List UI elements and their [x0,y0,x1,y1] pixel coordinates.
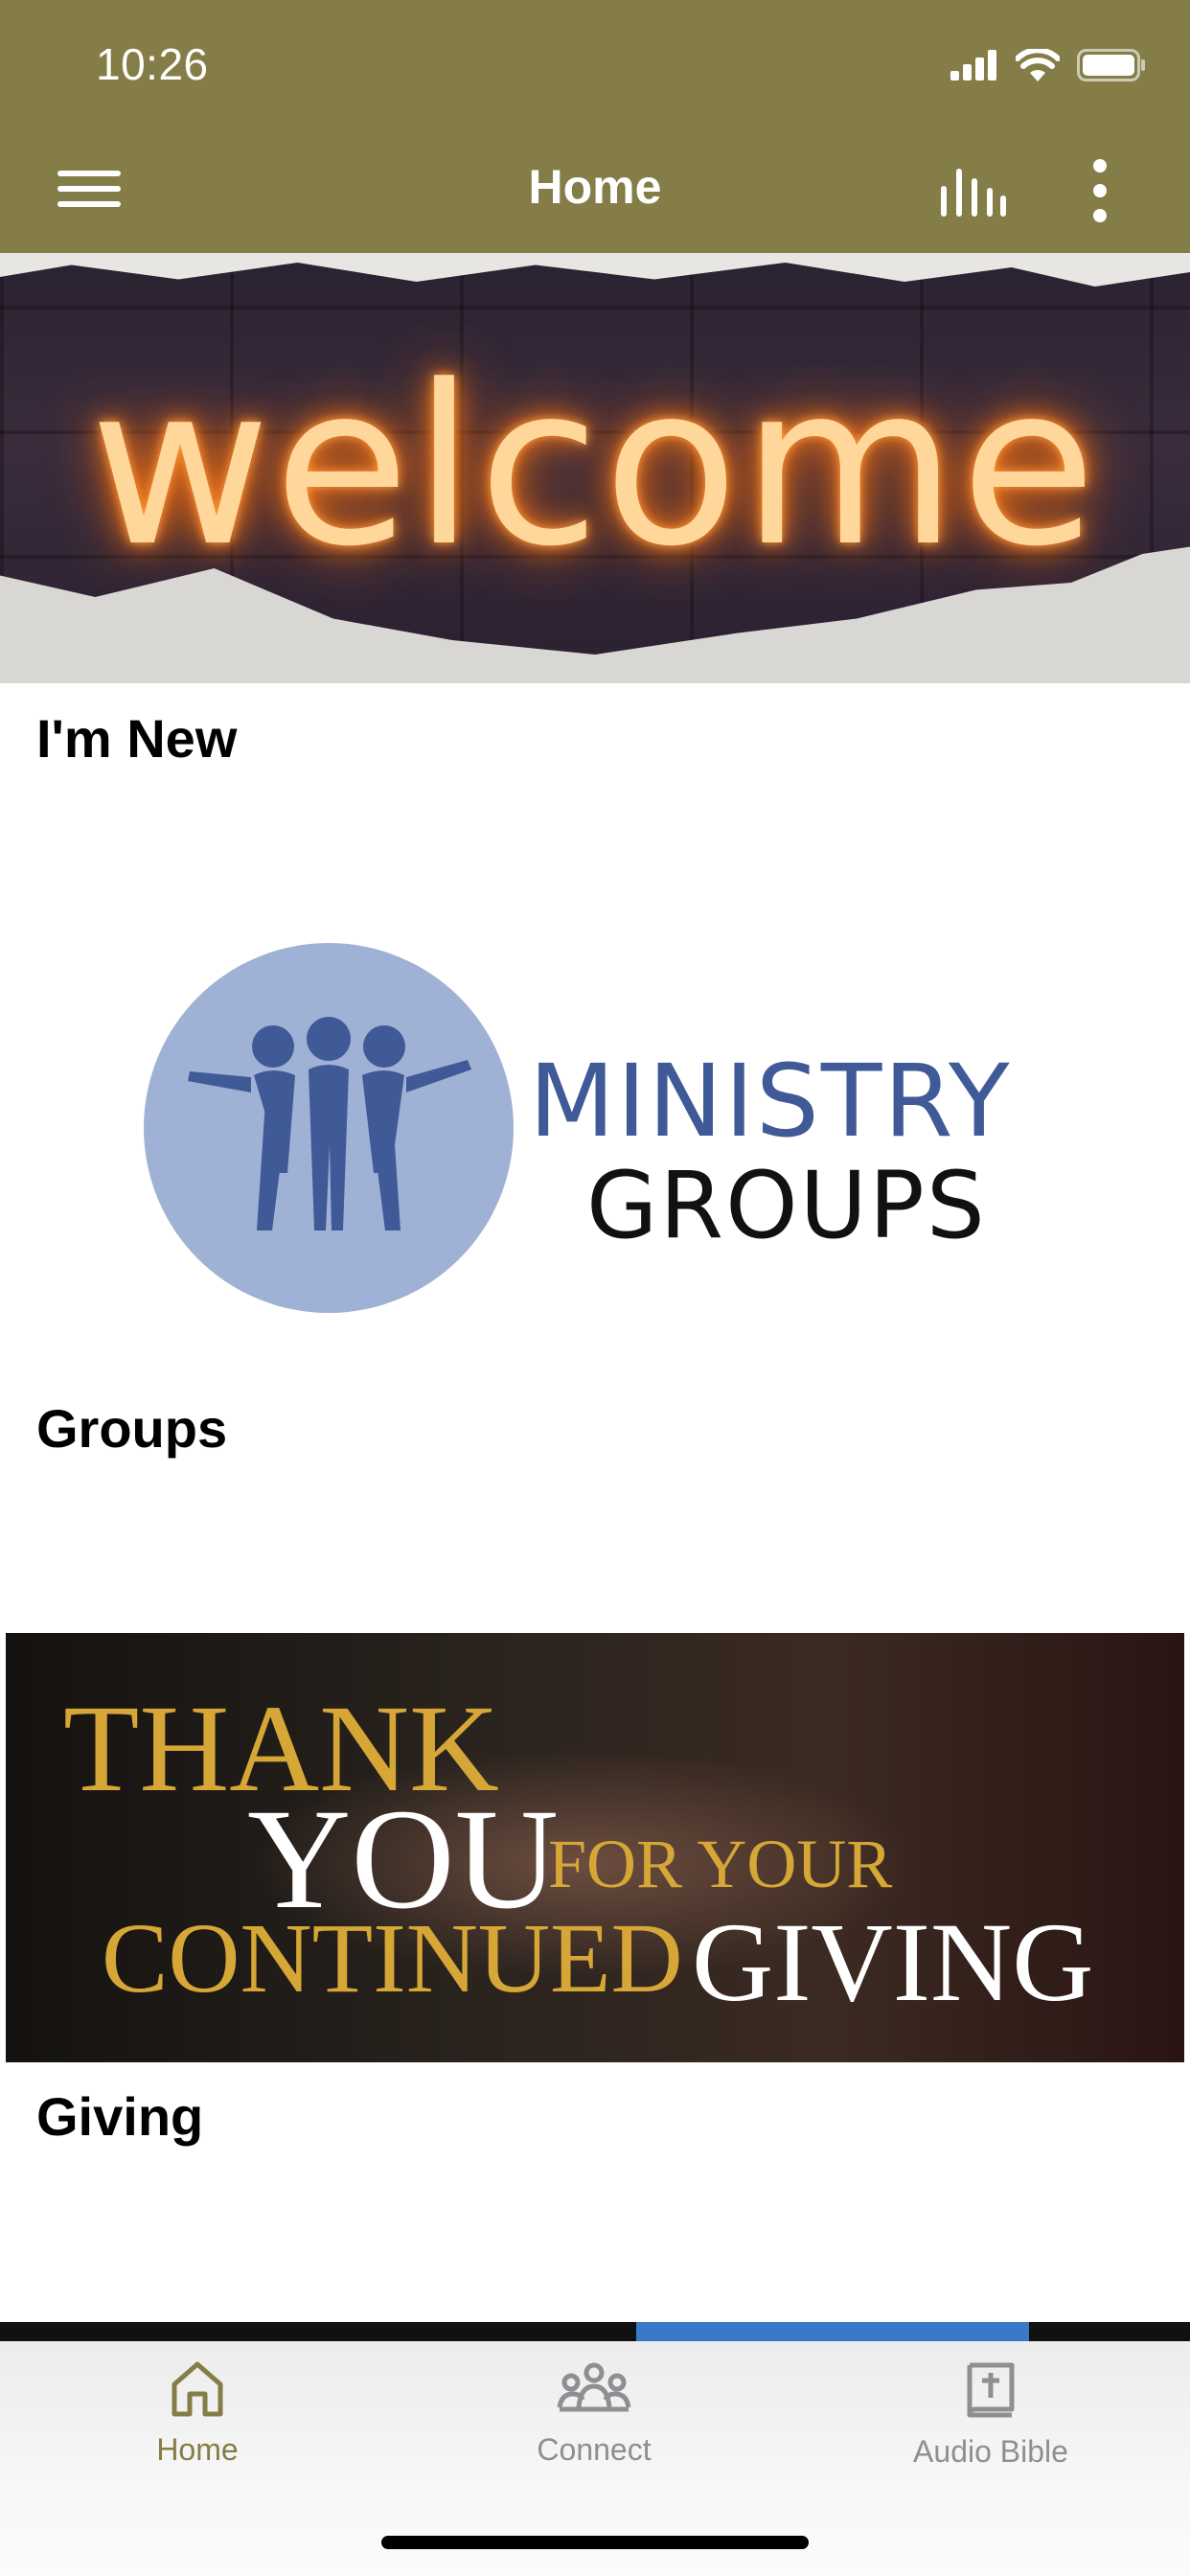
card-label-groups[interactable]: Groups [36,1397,227,1460]
status-icons [950,46,1146,84]
giving-text-giving: GIVING [692,1899,1094,2025]
tab-audio-bible-label: Audio Bible [913,2434,1068,2469]
tab-home-label: Home [156,2432,239,2467]
home-indicator [381,2536,809,2549]
giving-text-continued: CONTINUED [102,1903,683,2013]
ministry-groups-subtitle: GROUPS [586,1152,987,1259]
tab-connect-label: Connect [537,2432,652,2467]
giving-text-for-your: FOR YOUR [548,1826,893,1902]
page-title: Home [528,160,662,214]
top-bar: 10:26 Home [0,0,1190,253]
tab-home[interactable]: Home [54,2359,341,2484]
more-vertical-icon [1093,159,1107,172]
card-label-giving[interactable]: Giving [36,2085,203,2148]
card-label-im-new[interactable]: I'm New [36,707,237,770]
bible-book-icon [967,2362,1015,2418]
ministry-groups-title: MINISTRY [529,1043,1012,1160]
people-group-logo [144,943,514,1313]
people-group-icon [557,2362,631,2412]
status-time: 10:26 [96,39,209,89]
giving-banner-image[interactable]: THANK YOU FOR YOUR CONTINUED GIVING [6,1633,1184,2062]
tab-connect[interactable]: Connect [450,2359,738,2484]
audio-bars-icon [941,169,1006,217]
welcome-banner-image[interactable]: welcome [0,253,1190,683]
tab-audio-bible[interactable]: Audio Bible [847,2359,1134,2484]
home-icon [172,2361,223,2417]
people-figures-icon [188,1017,471,1230]
cellular-signal-icon [950,50,996,80]
battery-icon [1077,49,1145,81]
welcome-banner-text: welcome [89,339,1101,595]
audio-button[interactable] [937,163,1010,220]
ministry-groups-image[interactable]: MINISTRY GROUPS [0,901,1190,1342]
more-options-button[interactable] [1083,157,1117,224]
wifi-icon [1016,49,1060,81]
